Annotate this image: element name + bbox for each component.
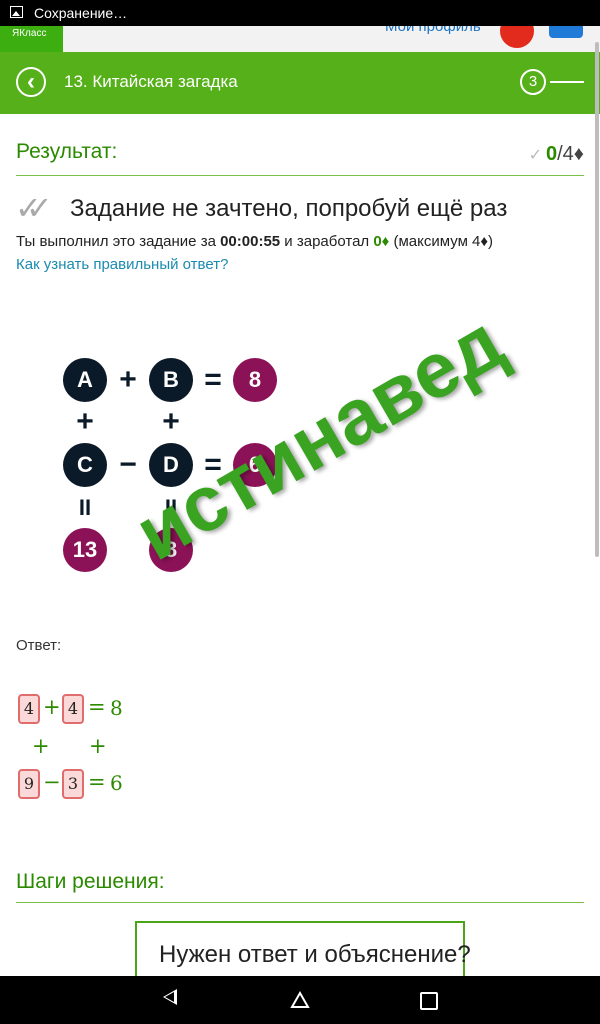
answer-box-a[interactable]: 4 (18, 694, 40, 724)
image-icon (10, 6, 23, 18)
profile-link[interactable]: Мой профиль (385, 26, 481, 35)
divider (16, 175, 584, 176)
answer-result-8: 8 (110, 696, 123, 720)
circle-sum-8: 8 (233, 358, 277, 402)
answer-label: Ответ: (16, 637, 62, 654)
navigation-bar (0, 976, 600, 1024)
info-suffix: (максимум 4♦) (389, 233, 494, 250)
score-max: /4♦ (557, 143, 584, 165)
equals-sign: = (88, 695, 106, 719)
step-progress-line (550, 81, 584, 83)
status-text: Сохранение… (34, 5, 128, 21)
top-strip: ЯКласс Мой профиль (0, 26, 600, 52)
score-earned: 0 (545, 143, 558, 165)
plus-sign: + (89, 734, 107, 758)
plus-sign: + (43, 695, 61, 719)
yaklass-logo[interactable]: ЯКласс (0, 26, 63, 52)
equals-sign: = (88, 770, 106, 794)
equals-sign: = (204, 363, 222, 396)
circle-a: A (63, 358, 107, 402)
steps-title: Шаги решения: (16, 870, 165, 893)
back-button[interactable]: ‹ (16, 67, 46, 97)
home-icon[interactable] (290, 990, 310, 1010)
result-title: Результат: (16, 140, 118, 163)
help-box-text: Нужен ответ и объяснение? (159, 941, 471, 968)
minus-sign: − (119, 448, 137, 481)
check-icon: ✓ (528, 147, 542, 164)
recent-apps-icon[interactable] (420, 992, 438, 1010)
double-check-icon: ✓✓ (15, 190, 52, 226)
menu-button[interactable] (549, 26, 583, 38)
answer-box-d[interactable]: 3 (62, 769, 84, 799)
info-time: 00:00:55 (220, 233, 281, 250)
logo-text: ЯКласс (12, 28, 47, 39)
circle-c: C (63, 443, 107, 487)
step-badge[interactable]: 3 (520, 69, 546, 95)
info-earned: 0♦ (373, 233, 390, 250)
info-prefix: Ты выполнил это задание за (16, 233, 221, 250)
notification-icon[interactable] (500, 26, 534, 48)
answer-box-b[interactable]: 4 (62, 694, 84, 724)
result-info: Ты выполнил это задание за 00:00:55 и за… (16, 233, 493, 250)
plus-sign: + (32, 734, 50, 758)
task-title: 13. Китайская загадка (64, 72, 238, 91)
answer-result-6: 6 (110, 771, 123, 795)
plus-sign: + (119, 363, 137, 396)
fail-message: Задание не зачтено, попробуй ещё раз (70, 195, 508, 222)
plus-sign: + (76, 405, 94, 438)
help-link[interactable]: Как узнать правильный ответ? (16, 256, 228, 273)
answer-box-c[interactable]: 9 (18, 769, 40, 799)
task-header: ‹ 13. Китайская загадка 3 (0, 52, 600, 114)
plus-sign: + (162, 405, 180, 438)
minus-sign: − (43, 770, 61, 794)
info-middle: и заработал (280, 233, 374, 250)
score: ✓ 0/4♦ (529, 143, 584, 166)
circle-b: B (149, 358, 193, 402)
circle-sum-13: 13 (63, 528, 107, 572)
status-bar: Сохранение… (0, 0, 600, 26)
equals-vertical-sign: II (78, 495, 92, 520)
scrollbar[interactable] (595, 42, 599, 557)
back-triangle-icon[interactable] (163, 989, 177, 1005)
chevron-left-icon: ‹ (27, 68, 35, 95)
divider (16, 902, 584, 903)
